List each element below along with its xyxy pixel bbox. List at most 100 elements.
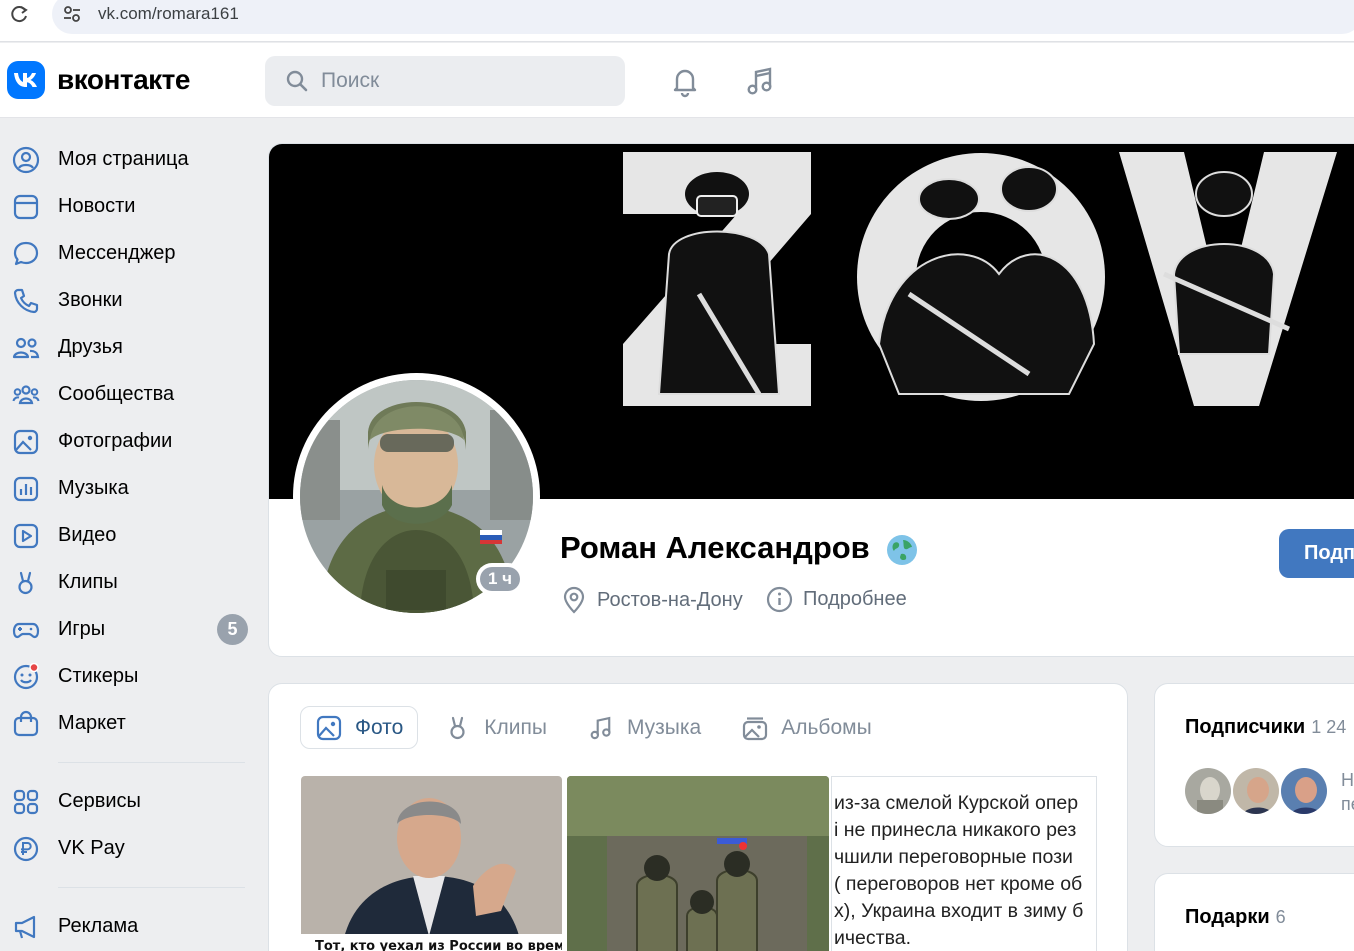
- nav-label: Звонки: [58, 289, 123, 311]
- nav-item-photos[interactable]: Фотографии: [0, 418, 260, 465]
- gifts-title-text: Подарки: [1185, 906, 1270, 928]
- last-seen-text: 1 ч: [480, 567, 520, 591]
- photo-thumb-2[interactable]: [567, 776, 829, 951]
- nav-item-ads[interactable]: Реклама: [0, 903, 260, 950]
- friends-icon: [12, 337, 40, 359]
- nav-item-market[interactable]: Маркет: [0, 700, 260, 747]
- clips-icon: [18, 571, 33, 595]
- last-seen-badge: 1 ч: [476, 563, 524, 595]
- music-note-icon: [590, 716, 611, 739]
- nav-label: Игры: [58, 618, 106, 640]
- follower-avatar[interactable]: [1231, 766, 1281, 816]
- nav-item-video[interactable]: Видео: [0, 512, 260, 559]
- nav-label: Клипы: [58, 571, 118, 593]
- games-count-badge: 5: [217, 614, 248, 645]
- post-line: х), Украина входит в зиму б: [834, 900, 1084, 922]
- tab-music[interactable]: Музыка: [573, 706, 715, 749]
- smile-icon: [13, 663, 39, 690]
- profile-city[interactable]: Ростов-на-Дону: [561, 586, 743, 614]
- photo-thumb-1[interactable]: Тот, кто уехал из России во время: [301, 776, 562, 951]
- follower-name-preview: Нпе: [1341, 768, 1354, 816]
- text-post-thumb[interactable]: из-за смелой Курской опер і не принесла …: [831, 776, 1097, 951]
- site-settings-icon[interactable]: [62, 4, 82, 24]
- nav-item-vkpay[interactable]: VK Pay: [0, 825, 260, 872]
- nav-label: Маркет: [58, 712, 126, 734]
- nav-label: Реклама: [58, 915, 139, 937]
- nav-label: Стикеры: [58, 665, 139, 687]
- nav-item-my-page[interactable]: Моя страница: [0, 136, 260, 183]
- vk-logo-icon: [7, 61, 45, 99]
- bell-icon[interactable]: [668, 64, 702, 98]
- post-line: чшили переговорные пози: [834, 846, 1073, 868]
- music-icon: [13, 476, 39, 502]
- nav-divider: [58, 887, 245, 888]
- nav-label: Видео: [58, 524, 117, 546]
- nav-item-games[interactable]: Игры 5: [0, 606, 260, 653]
- nav-item-communities[interactable]: Сообщества: [0, 371, 260, 418]
- gifts-title: Подарки 6: [1185, 906, 1286, 929]
- video-icon: [13, 523, 39, 549]
- follower-avatar[interactable]: [1279, 766, 1329, 816]
- profile-name: Роман Александров: [560, 530, 870, 565]
- more-label: Подробнее: [803, 588, 907, 610]
- photo-soldiers-group: [567, 776, 829, 951]
- tab-label: Клипы: [484, 715, 547, 739]
- search-box[interactable]: [265, 56, 625, 106]
- tab-label: Фото: [355, 715, 404, 739]
- music-note-icon[interactable]: [743, 64, 777, 98]
- gamepad-icon: [12, 622, 40, 639]
- left-navigation: Моя страница Новости Мессенджер Звонки Д…: [0, 136, 260, 950]
- media-tabs: Фото Клипы Музыка Альбомы: [300, 706, 898, 751]
- user-circle-icon: [12, 146, 40, 174]
- services-grid-icon: [13, 789, 39, 815]
- nav-label: Новости: [58, 195, 136, 217]
- browser-address-bar: vk.com/romara161: [0, 0, 1354, 42]
- vk-logo-text: вконтакте: [57, 64, 190, 95]
- newsfeed-icon: [13, 194, 39, 220]
- follower-avatar[interactable]: [1183, 766, 1233, 816]
- follower-name-fragment: Н: [1341, 770, 1354, 790]
- post-line: і не принесла никакого рез: [834, 819, 1077, 841]
- clips-icon: [450, 716, 465, 739]
- nav-label: VK Pay: [58, 837, 125, 859]
- followers-title-text: Подписчики: [1185, 716, 1306, 738]
- address-url[interactable]: vk.com/romara161: [98, 4, 239, 24]
- tab-photos[interactable]: Фото: [300, 706, 419, 749]
- post-line: из-за смелой Курской опер: [834, 792, 1079, 814]
- reload-icon[interactable]: [8, 4, 30, 26]
- subscribe-button[interactable]: Подп: [1279, 529, 1354, 578]
- nav-item-messenger[interactable]: Мессенджер: [0, 230, 260, 277]
- message-icon: [13, 241, 39, 266]
- vk-header: вконтакте: [0, 43, 1354, 118]
- nav-label: Музыка: [58, 477, 129, 499]
- nav-label: Мессенджер: [58, 242, 176, 264]
- picture-icon: [316, 715, 342, 740]
- groups-icon: [12, 385, 40, 405]
- nav-item-services[interactable]: Сервисы: [0, 778, 260, 825]
- tab-albums[interactable]: Альбомы: [727, 706, 885, 749]
- phone-icon: [13, 288, 39, 314]
- nav-item-music[interactable]: Музыка: [0, 465, 260, 512]
- ruble-icon: [13, 836, 39, 862]
- city-label: Ростов-на-Дону: [597, 588, 743, 611]
- nav-label: Фотографии: [58, 430, 173, 452]
- nav-item-news[interactable]: Новости: [0, 183, 260, 230]
- gifts-count: 6: [1275, 907, 1286, 927]
- nav-item-stickers[interactable]: Стикеры: [0, 653, 260, 700]
- nav-label: Моя страница: [58, 148, 189, 170]
- gifts-card[interactable]: Подарки 6: [1154, 873, 1354, 951]
- search-input[interactable]: [321, 56, 611, 106]
- globe-status-icon[interactable]: [886, 534, 918, 566]
- tab-label: Музыка: [626, 715, 702, 739]
- followers-card[interactable]: Подписчики1 24 Нпе: [1154, 683, 1354, 847]
- nav-item-friends[interactable]: Друзья: [0, 324, 260, 371]
- post-line: ичества.: [834, 927, 911, 949]
- photo-politician: Тот, кто уехал из России во время: [301, 776, 562, 951]
- tab-clips[interactable]: Клипы: [430, 706, 561, 749]
- profile-more-link[interactable]: Подробнее: [766, 586, 907, 613]
- nav-item-calls[interactable]: Звонки: [0, 277, 260, 324]
- vk-logo[interactable]: вконтакте: [7, 61, 190, 99]
- nav-item-clips[interactable]: Клипы: [0, 559, 260, 606]
- address-pill[interactable]: [52, 0, 1354, 34]
- followers-title: Подписчики 1 24: [1185, 716, 1346, 739]
